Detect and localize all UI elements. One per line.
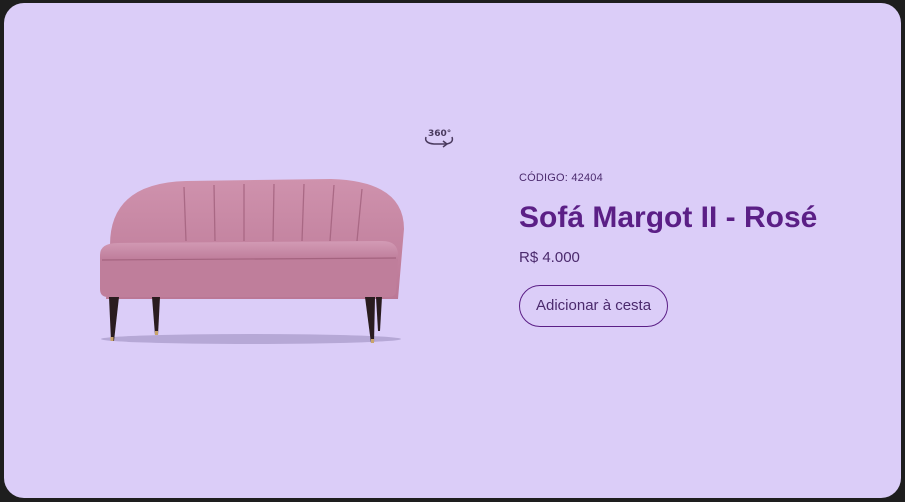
product-title: Sofá Margot II - Rosé xyxy=(519,201,818,234)
product-code: CÓDIGO: 42404 xyxy=(519,172,603,184)
product-image xyxy=(76,171,416,353)
add-to-cart-button[interactable]: Adicionar à cesta xyxy=(519,285,669,327)
rotate-360-icon[interactable]: 360° xyxy=(422,123,456,149)
product-card: 360° CÓDIGO: 42404 Sofá Margot II - Rosé… xyxy=(4,3,901,498)
rotate-360-label: 360° xyxy=(428,129,451,139)
product-price: R$ 4.000 xyxy=(519,249,580,266)
product-info: CÓDIGO: 42404 Sofá Margot II - Rosé R$ 4… xyxy=(519,170,817,327)
